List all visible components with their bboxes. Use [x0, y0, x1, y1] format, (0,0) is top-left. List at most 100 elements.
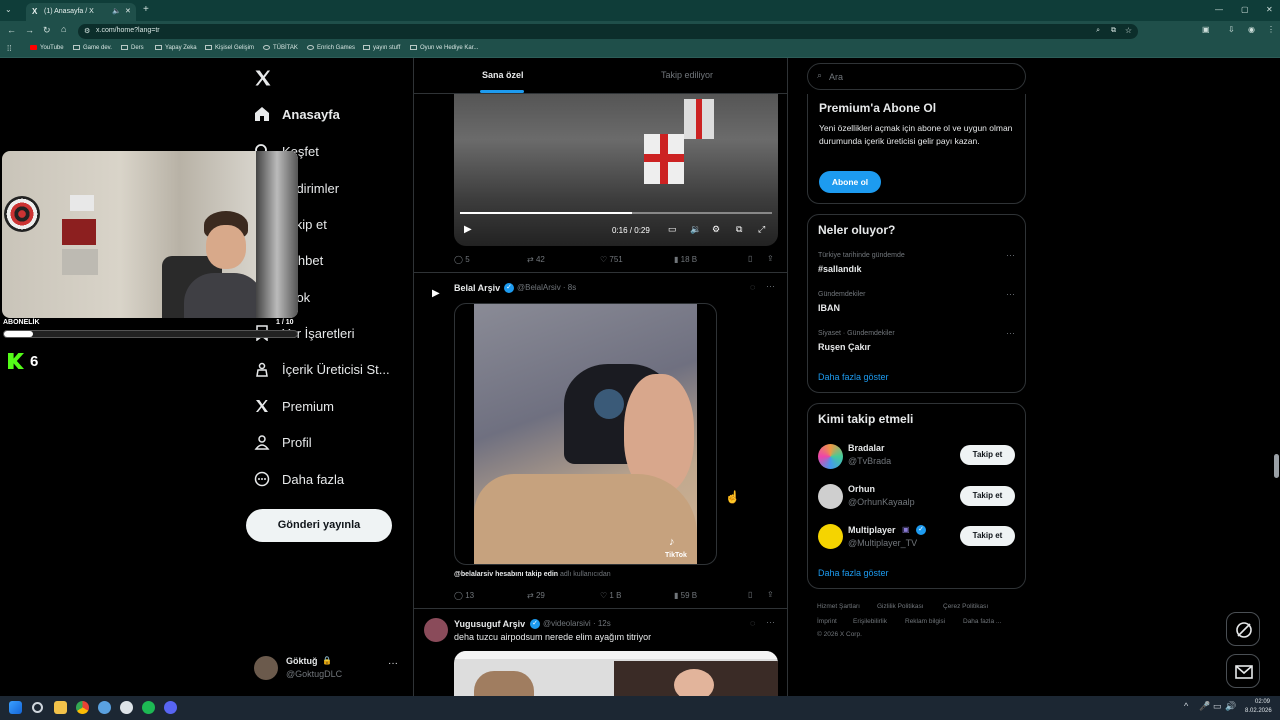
trends-show-more[interactable]: Daha fazla göster: [818, 372, 889, 382]
browser-tab[interactable]: X (1) Anasayfa / X 🔈 ✕: [26, 3, 136, 21]
bookmark-folder[interactable]: Yapay Zeka: [155, 45, 197, 51]
post-author-handle[interactable]: @BelalArsiv · 8s: [517, 283, 576, 292]
mic-icon[interactable]: 🎤: [1199, 701, 1210, 712]
discord-icon[interactable]: [164, 701, 177, 714]
share-button[interactable]: ⇪: [767, 254, 774, 263]
account-name[interactable]: Orhun: [848, 484, 875, 494]
account-name[interactable]: Multiplayer: [848, 525, 896, 535]
follow-button[interactable]: Takip et: [960, 526, 1015, 546]
page-scrollbar[interactable]: [1273, 58, 1280, 696]
reply-button[interactable]: ◯ 13: [454, 591, 474, 600]
post-author-handle[interactable]: @videolarsivi · 12s: [543, 619, 611, 628]
bookmark-folder[interactable]: yayın stuff: [363, 45, 400, 51]
spotify-icon[interactable]: [142, 701, 155, 714]
bookmark-folder[interactable]: Kişisel Gelişim: [205, 45, 254, 51]
footer-link[interactable]: Erişilebilirlik: [853, 618, 887, 625]
volume-icon[interactable]: 🔊: [1225, 701, 1236, 712]
avatar[interactable]: [818, 524, 843, 549]
forward-icon[interactable]: →: [25, 25, 34, 35]
follow-button[interactable]: Takip et: [960, 445, 1015, 465]
app-icon[interactable]: [98, 701, 111, 714]
avatar[interactable]: [818, 444, 843, 469]
video-player[interactable]: ♪ TikTok: [454, 303, 717, 565]
bookmark-youtube[interactable]: YouTube: [30, 45, 64, 51]
like-button[interactable]: ♡ 751: [600, 255, 623, 264]
footer-link[interactable]: Çerez Politikası: [943, 603, 988, 610]
avatar[interactable]: [818, 484, 843, 509]
search-icon[interactable]: [32, 702, 43, 713]
repost-button[interactable]: ⇄ 29: [527, 591, 545, 600]
extensions-icon[interactable]: ▣: [1202, 25, 1210, 34]
tab-audio-icon[interactable]: 🔈: [112, 7, 121, 15]
post-more-icon[interactable]: ···: [766, 617, 775, 627]
footer-link[interactable]: Gizlilik Politikası: [877, 603, 924, 610]
address-bar[interactable]: ⚙ x.com/home?lang=tr ⌕ ⧉ ☆: [78, 24, 1138, 39]
trend-item[interactable]: Siyaset · Gündemdekiler Ruşen Çakır ···: [808, 325, 1025, 361]
zoom-icon[interactable]: ⌕: [1096, 27, 1100, 35]
chrome-icon[interactable]: [76, 701, 89, 714]
install-icon[interactable]: ⧉: [1111, 27, 1116, 35]
trend-more-icon[interactable]: ···: [1006, 289, 1015, 299]
trend-item[interactable]: Türkiye tarihinde gündemde #sallandık ··…: [808, 247, 1025, 283]
trend-more-icon[interactable]: ···: [1006, 250, 1015, 260]
account-switcher[interactable]: Göktuğ 🔒 @GoktugDLC ···: [254, 654, 404, 686]
bookmark-star-icon[interactable]: ☆: [1125, 26, 1132, 35]
site-info-icon[interactable]: ⚙: [84, 27, 90, 35]
downloads-icon[interactable]: ⇩: [1228, 25, 1235, 34]
bookmark-tubitak[interactable]: TÜBİTAK: [263, 45, 298, 51]
views-stat[interactable]: ▮ 59 B: [674, 591, 697, 600]
account-name[interactable]: Bradalar: [848, 443, 885, 453]
close-window-icon[interactable]: ✕: [1266, 5, 1273, 14]
tab-for-you[interactable]: Sana özel: [482, 70, 524, 80]
follow-button[interactable]: Takip et: [960, 486, 1015, 506]
bookmark-button[interactable]: ▯: [748, 590, 752, 599]
post-more-icon[interactable]: ···: [766, 281, 775, 291]
footer-link[interactable]: Daha fazla ...: [963, 618, 1001, 625]
start-icon[interactable]: [9, 701, 22, 714]
grok-post-icon[interactable]: ◌: [750, 282, 755, 292]
like-button[interactable]: ♡ 1 B: [600, 591, 621, 600]
fullscreen-icon[interactable]: ⤢: [758, 224, 765, 235]
trend-more-icon[interactable]: ···: [1006, 328, 1015, 338]
grok-post-icon[interactable]: ◌: [750, 618, 755, 628]
video-player[interactable]: ▶ 0:16 / 0:29 ▭ 🔉 ⚙ ⧉ ⤢: [454, 94, 778, 246]
bookmark-folder[interactable]: Game dev.: [73, 45, 112, 51]
new-tab-button[interactable]: +: [143, 4, 149, 15]
views-stat[interactable]: ▮ 18 B: [674, 255, 697, 264]
clock-date[interactable]: 8.02.2026: [1245, 708, 1272, 714]
footer-link[interactable]: Reklam bilgisi: [905, 618, 945, 625]
bookmark-button[interactable]: ▯: [748, 254, 752, 263]
post-button[interactable]: Gönderi yayınla: [246, 509, 392, 542]
bookmark-enrich[interactable]: Enrich Games: [307, 45, 355, 51]
bookmark-folder[interactable]: Ders: [121, 45, 144, 51]
explorer-icon[interactable]: [54, 701, 67, 714]
messages-float-button[interactable]: [1226, 654, 1260, 688]
tray-chevron-icon[interactable]: ^: [1184, 701, 1188, 711]
tab-close-icon[interactable]: ✕: [125, 7, 131, 15]
grok-float-button[interactable]: [1226, 612, 1260, 646]
post-author-name[interactable]: Yugusuguf Arşiv: [454, 619, 525, 629]
post-play-icon[interactable]: ▶: [432, 288, 440, 299]
avatar[interactable]: [424, 618, 448, 642]
minimize-icon[interactable]: —: [1215, 5, 1223, 14]
footer-link[interactable]: İmprint: [817, 618, 837, 625]
reload-icon[interactable]: ↻: [43, 25, 51, 36]
share-button[interactable]: ⇪: [767, 590, 774, 599]
network-icon[interactable]: ▭: [1213, 701, 1222, 712]
apps-icon[interactable]: ⁞⁞: [7, 44, 11, 53]
trend-item[interactable]: Gündemdekiler IBAN ···: [808, 286, 1025, 322]
tab-list-button[interactable]: ⌄: [5, 5, 17, 17]
scrollbar-thumb[interactable]: [1274, 454, 1279, 478]
settings-icon[interactable]: ⚙: [712, 224, 720, 235]
volume-icon[interactable]: 🔉: [690, 224, 701, 235]
reply-button[interactable]: ◯ 5: [454, 255, 470, 264]
tab-following[interactable]: Takip ediliyor: [661, 70, 713, 80]
back-icon[interactable]: ←: [7, 25, 16, 35]
clock-time[interactable]: 02:09: [1255, 699, 1270, 705]
menu-icon[interactable]: ⋮: [1267, 25, 1275, 34]
captions-icon[interactable]: ▭: [668, 224, 677, 235]
x-logo-icon[interactable]: [253, 68, 273, 88]
subscribe-button[interactable]: Abone ol: [819, 171, 881, 193]
maximize-icon[interactable]: ▢: [1241, 5, 1249, 14]
video-progress-track[interactable]: [460, 212, 772, 214]
